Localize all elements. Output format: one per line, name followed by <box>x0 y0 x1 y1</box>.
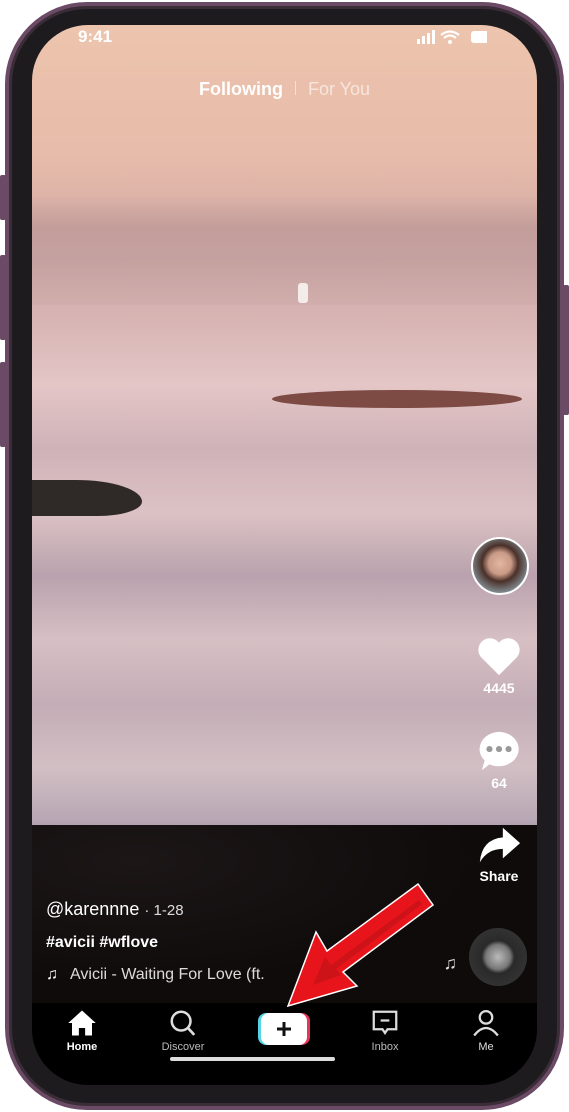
annotation-arrow <box>286 882 435 1008</box>
